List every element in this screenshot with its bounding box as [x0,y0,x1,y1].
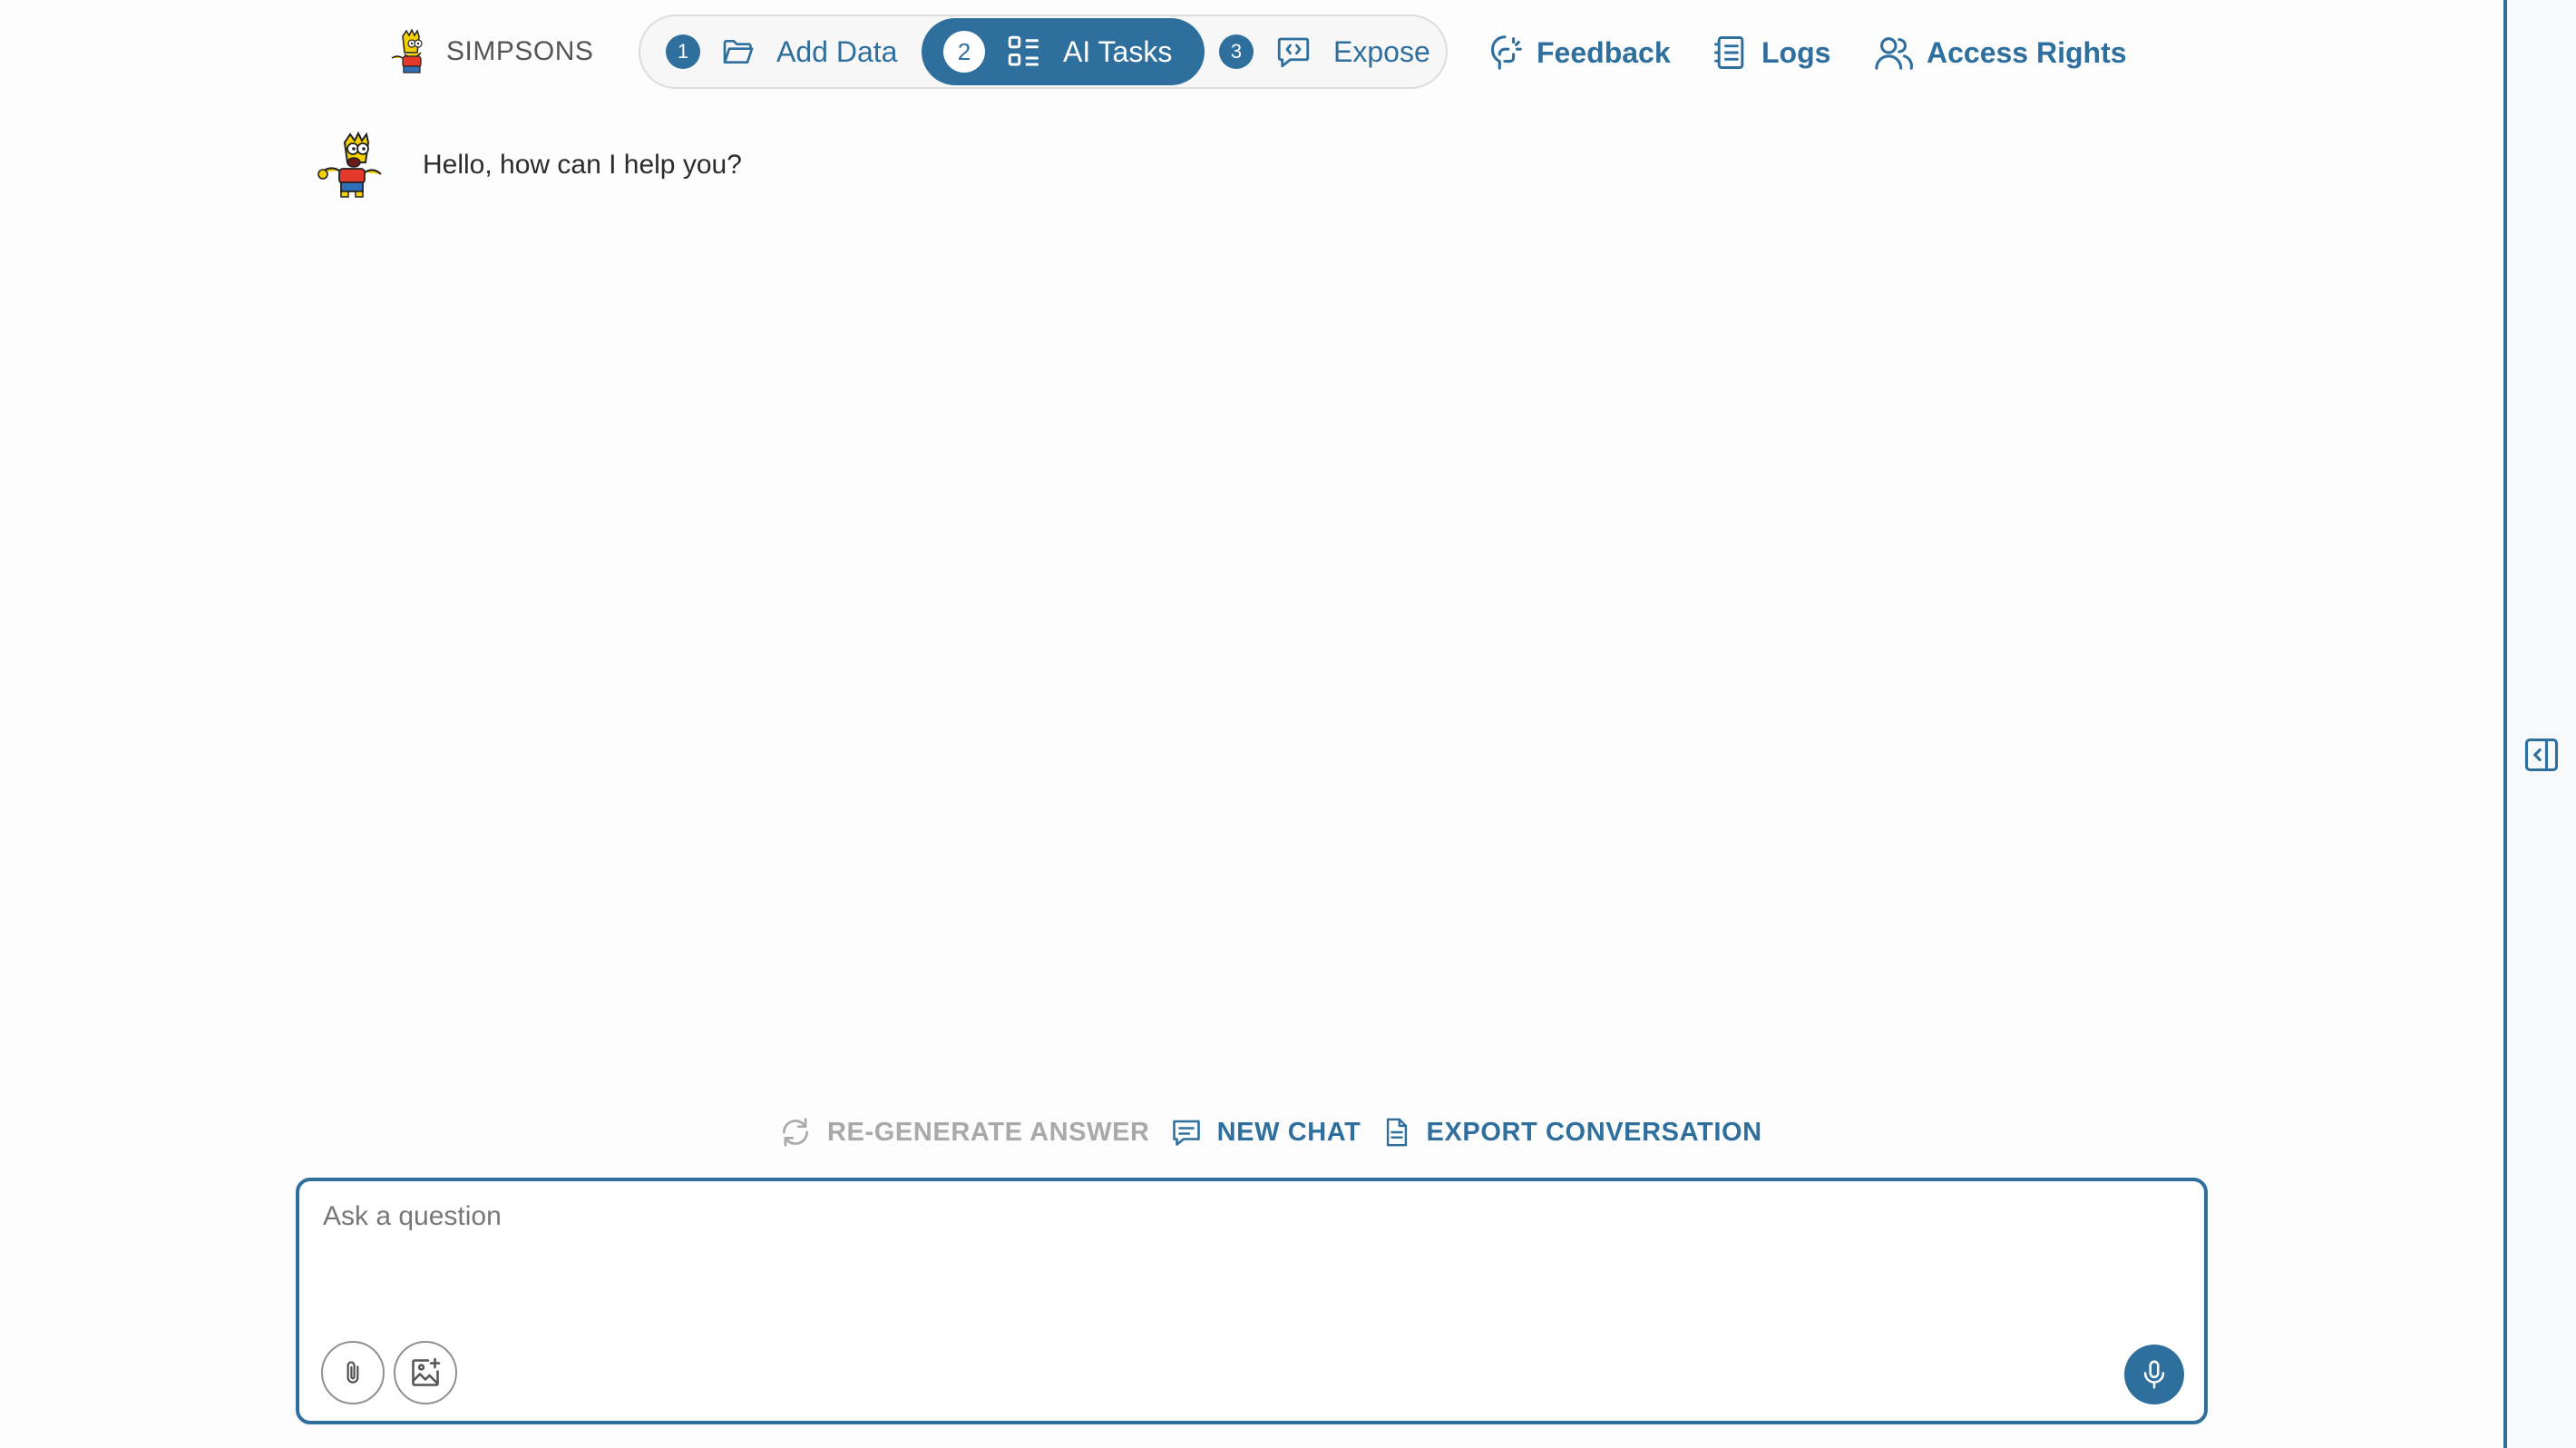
step-expose[interactable]: 3 Expose [1219,18,1439,85]
conversation-actions: RE-GENERATE ANSWER NEW CHAT EXPORT CONVE… [778,1110,1782,1154]
main-area: SIMPSONS 1 Add Data 2 AI Tasks 3 Expose … [0,0,2503,1448]
question-composer [296,1178,2208,1424]
microphone-icon [2143,1360,2165,1389]
workflow-steps: 1 Add Data 2 AI Tasks 3 Expose [639,15,1448,89]
export-conversation-label: EXPORT CONVERSATION [1426,1117,1762,1147]
new-chat-label: NEW CHAT [1216,1117,1361,1147]
assistant-avatar-icon [317,131,382,198]
step-number: 1 [666,34,700,69]
logs-icon [1714,36,1744,69]
refresh-icon [782,1118,809,1147]
step-label: Add Data [776,34,898,68]
paperclip-icon [346,1361,359,1384]
feedback-link[interactable]: Feedback [1484,27,1671,78]
task-list-icon [1008,35,1039,66]
new-chat-button[interactable]: NEW CHAT [1170,1116,1361,1149]
document-icon [1386,1118,1407,1147]
message-text: Hello, how can I help you? [423,150,742,180]
feedback-icon [1491,35,1522,70]
brand-label: SIMPSONS [446,36,594,66]
app-window: SIMPSONS 1 Add Data 2 AI Tasks 3 Expose … [0,0,2576,1448]
logs-label: Logs [1761,35,1831,69]
step-label: AI Tasks [1063,34,1173,68]
simpsons-logo-icon [391,28,423,73]
step-add-data[interactable]: 1 Add Data [666,18,906,85]
feedback-label: Feedback [1537,35,1671,69]
step-label: Expose [1333,34,1430,68]
voice-input-button[interactable] [2124,1345,2184,1404]
regenerate-answer-button[interactable]: RE-GENERATE ANSWER [778,1115,1150,1150]
image-add-icon [412,1357,441,1386]
attach-image-button[interactable] [394,1341,457,1404]
chat-message: Hello, how can I help you? [314,129,742,201]
access-rights-label: Access Rights [1927,35,2127,69]
step-number: 3 [1219,34,1254,69]
panel-expand-icon [2524,738,2559,772]
users-icon [1875,37,1913,70]
step-ai-tasks[interactable]: 2 AI Tasks [922,18,1205,85]
access-rights-link[interactable]: Access Rights [1872,27,2127,78]
folder-open-icon [723,40,754,64]
panel-toggle-button[interactable] [2522,735,2561,775]
brand[interactable]: SIMPSONS [388,27,593,76]
chat-bubble-icon [1172,1120,1200,1146]
export-conversation-button[interactable]: EXPORT CONVERSATION [1381,1115,1762,1150]
side-panel [2503,0,2576,1448]
attach-file-button[interactable] [321,1341,385,1404]
code-chat-icon [1277,37,1310,68]
logs-link[interactable]: Logs [1711,27,1830,78]
question-input[interactable] [321,1199,2175,1303]
regenerate-answer-label: RE-GENERATE ANSWER [827,1117,1150,1147]
step-number: 2 [943,31,985,73]
